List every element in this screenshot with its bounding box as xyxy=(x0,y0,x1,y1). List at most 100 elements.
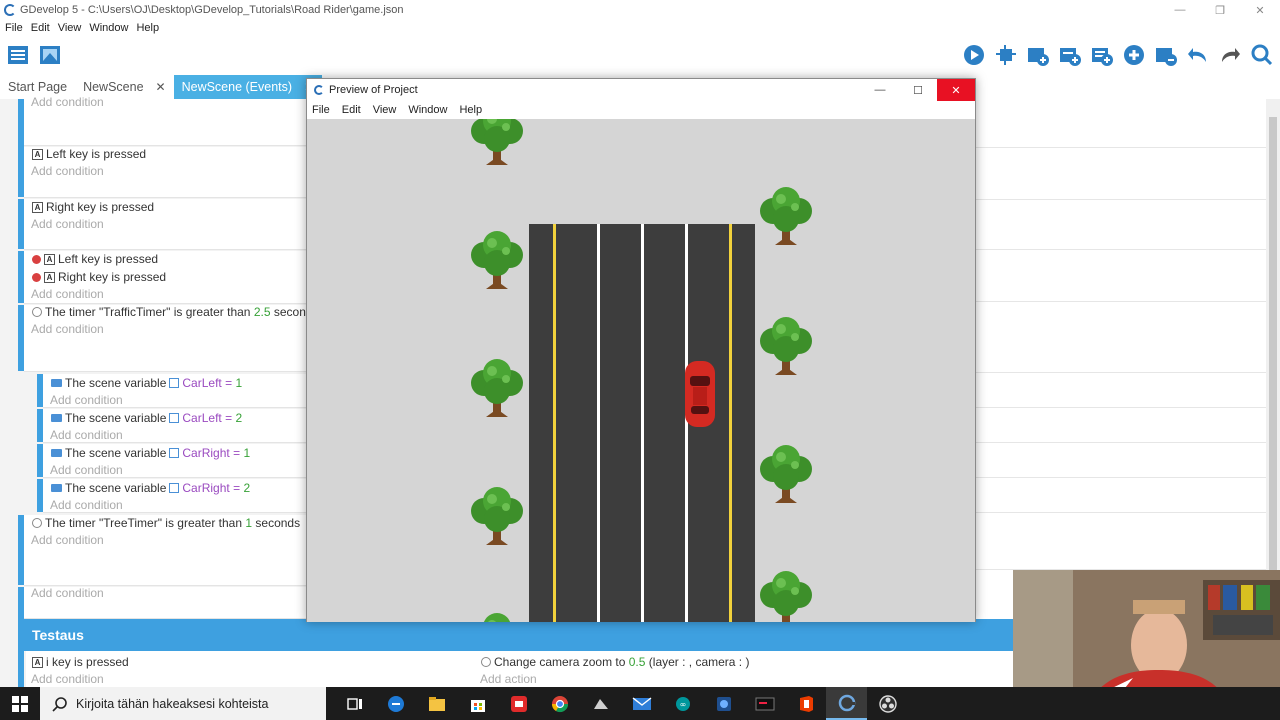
variable-name: CarRight xyxy=(182,481,230,495)
preview-menu-edit[interactable]: Edit xyxy=(342,104,361,116)
menu-help[interactable]: Help xyxy=(136,22,159,34)
taskbar: Kirjoita tähän hakeaksesi kohteista ∞ xyxy=(0,687,1280,720)
add-condition-link[interactable]: Add condition xyxy=(31,322,104,336)
condition-scene-variable[interactable]: The scene variable CarLeft = 2 xyxy=(51,411,242,425)
add-condition-link[interactable]: Add condition xyxy=(50,463,123,477)
tab-newscene-events[interactable]: NewScene (Events)✕ xyxy=(173,75,323,99)
condition-inverted-left-key[interactable]: A Left key is pressed xyxy=(32,252,158,266)
minimize-button[interactable]: — xyxy=(1160,0,1200,20)
add-condition-link[interactable]: Add condition xyxy=(31,217,104,231)
redo-icon[interactable] xyxy=(1218,43,1242,67)
scrollbar-thumb[interactable] xyxy=(1269,117,1277,587)
preview-menu-file[interactable]: File xyxy=(312,104,330,116)
condition-right-key[interactable]: A Right key is pressed xyxy=(32,200,154,214)
tree-sprite xyxy=(760,571,812,622)
terminal-app-icon[interactable] xyxy=(744,687,785,720)
preview-maximize-button[interactable]: ☐ xyxy=(899,79,937,101)
menu-file[interactable]: File xyxy=(5,22,23,34)
add-more-icon[interactable] xyxy=(1122,43,1146,67)
add-condition-link[interactable]: Add condition xyxy=(31,672,104,686)
close-button[interactable]: ✕ xyxy=(1240,0,1280,20)
add-condition-link[interactable]: Add condition xyxy=(31,164,104,178)
condition-text: The scene variable xyxy=(65,481,167,495)
search-icon[interactable] xyxy=(1250,43,1274,67)
game-canvas[interactable] xyxy=(307,119,975,622)
add-condition-link[interactable]: Add condition xyxy=(50,393,123,407)
preview-menu-help[interactable]: Help xyxy=(459,104,482,116)
timer-icon xyxy=(32,307,42,317)
office-icon[interactable] xyxy=(785,687,826,720)
tab-label: NewScene (Events) xyxy=(181,80,293,94)
preview-play-icon[interactable] xyxy=(962,43,986,67)
gaming-app-icon[interactable] xyxy=(580,687,621,720)
lane-line-yellow xyxy=(729,224,732,622)
scene-editor-icon[interactable] xyxy=(38,43,62,67)
delete-event-icon[interactable] xyxy=(1154,43,1178,67)
game-scene xyxy=(471,119,812,622)
action-camera-zoom[interactable]: Change camera zoom to 0.5 (layer : , cam… xyxy=(481,655,749,669)
tree-sprite xyxy=(471,613,523,622)
condition-i-key[interactable]: A i key is pressed xyxy=(32,655,129,669)
close-icon[interactable]: ✕ xyxy=(156,80,166,94)
menu-view[interactable]: View xyxy=(58,22,82,34)
preview-minimize-button[interactable]: — xyxy=(861,79,899,101)
tree-sprite xyxy=(471,119,523,165)
condition-scene-variable[interactable]: The scene variable CarLeft = 1 xyxy=(51,376,242,390)
event-group-header[interactable]: Testaus xyxy=(18,619,1014,651)
event-strip[interactable] xyxy=(18,651,24,687)
add-condition-link[interactable]: Add condition xyxy=(50,498,123,512)
invert-icon xyxy=(32,254,41,264)
maximize-button[interactable]: ❐ xyxy=(1200,0,1240,20)
keyboard-icon: A xyxy=(32,656,43,668)
add-condition-link[interactable]: Add condition xyxy=(31,533,104,547)
preview-menu-view[interactable]: View xyxy=(373,104,397,116)
condition-scene-variable[interactable]: The scene variable CarRight = 1 xyxy=(51,446,250,460)
start-button[interactable] xyxy=(0,687,40,720)
condition-scene-variable[interactable]: The scene variable CarRight = 2 xyxy=(51,481,250,495)
toolbar xyxy=(0,38,1280,72)
menu-edit[interactable]: Edit xyxy=(31,22,50,34)
add-condition-link[interactable]: Add condition xyxy=(31,95,104,109)
add-action-link[interactable]: Add action xyxy=(480,672,537,686)
condition-text: The scene variable xyxy=(65,446,167,460)
condition-left-key[interactable]: A Left key is pressed xyxy=(32,147,146,161)
variable-edit-icon xyxy=(169,413,180,423)
add-comment-icon[interactable] xyxy=(1090,43,1114,67)
chrome-browser-icon[interactable] xyxy=(539,687,580,720)
edge-browser-icon[interactable] xyxy=(375,687,416,720)
add-condition-link[interactable]: Add condition xyxy=(50,428,123,442)
file-explorer-icon[interactable] xyxy=(416,687,457,720)
obs-icon[interactable] xyxy=(867,687,908,720)
blue-app-icon[interactable] xyxy=(703,687,744,720)
add-event-icon[interactable] xyxy=(1026,43,1050,67)
project-manager-icon[interactable] xyxy=(6,43,30,67)
preview-close-button[interactable]: ✕ xyxy=(937,79,975,101)
divider xyxy=(976,249,1266,250)
condition-inverted-right-key[interactable]: A Right key is pressed xyxy=(32,270,166,284)
mail-icon[interactable] xyxy=(621,687,662,720)
add-condition-link[interactable]: Add condition xyxy=(31,586,104,600)
divider xyxy=(976,199,1266,200)
windows-logo-icon xyxy=(12,695,28,712)
variable-edit-icon xyxy=(169,378,180,388)
condition-tree-timer[interactable]: The timer "TreeTimer" is greater than 1 … xyxy=(32,516,300,530)
search-placeholder: Kirjoita tähän hakeaksesi kohteista xyxy=(76,696,269,711)
preview-menu-window[interactable]: Window xyxy=(408,104,447,116)
condition-traffic-timer[interactable]: The timer "TrafficTimer" is greater than… xyxy=(32,305,313,319)
red-app-icon[interactable] xyxy=(498,687,539,720)
group-title: Testaus xyxy=(32,627,84,643)
undo-icon[interactable] xyxy=(1186,43,1210,67)
gdevelop-taskbar-icon[interactable] xyxy=(826,687,867,720)
arduino-icon[interactable]: ∞ xyxy=(662,687,703,720)
task-view-icon[interactable] xyxy=(334,687,375,720)
preview-title-bar[interactable]: Preview of Project — ☐ ✕ xyxy=(307,79,975,101)
add-condition-link[interactable]: Add condition xyxy=(31,287,104,301)
menu-window[interactable]: Window xyxy=(89,22,128,34)
variable-edit-icon xyxy=(169,483,180,493)
debug-icon[interactable] xyxy=(994,43,1018,67)
add-subevent-icon[interactable] xyxy=(1058,43,1082,67)
operator: = xyxy=(225,411,233,425)
taskbar-search-box[interactable]: Kirjoita tähän hakeaksesi kohteista xyxy=(40,687,326,720)
divider xyxy=(976,372,1266,373)
store-icon[interactable] xyxy=(457,687,498,720)
